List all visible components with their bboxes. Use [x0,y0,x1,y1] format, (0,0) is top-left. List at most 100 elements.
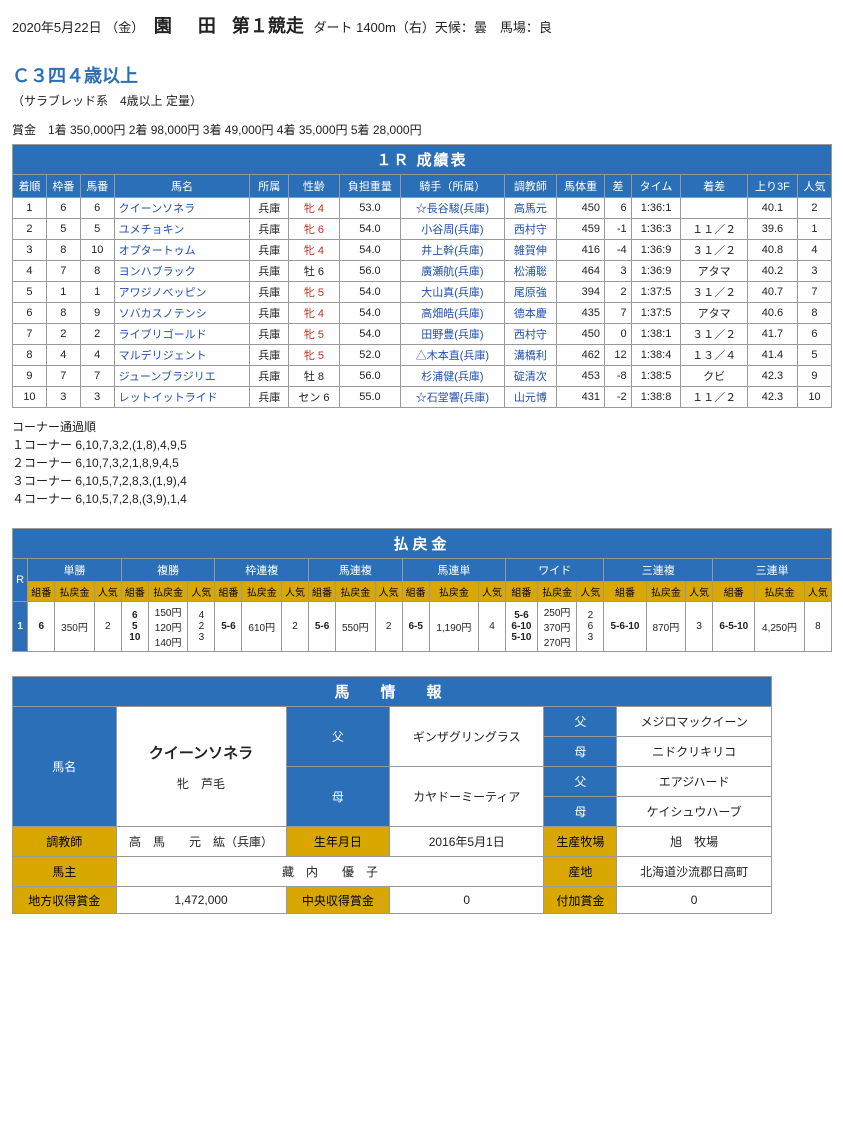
payout-group: 三連複 [604,559,713,582]
jockey-link[interactable]: 小谷周(兵庫) [421,224,483,236]
corner-3: ３コーナー 6,10,5,7,2,8,3,(1,9),4 [12,472,831,490]
results-col: 差 [605,175,632,198]
payout-group: 単勝 [28,559,122,582]
payout-sub: 払戻金 [646,582,686,602]
corner-1: １コーナー 6,10,7,3,2,(1,8),4,9,5 [12,436,831,454]
race-subtitle: （サラブレッド系 4歳以上 定量） [12,92,831,109]
results-col: 人気 [797,175,831,198]
date: 2020年5月22日 （金） [12,20,144,35]
corner-heading: コーナー通過順 [12,418,831,436]
jockey-link[interactable]: 廣瀬航(兵庫) [421,266,483,278]
table-row: 977ジューンブラジリエ兵庫牡 856.0杉浦健(兵庫)碇清次453-81:38… [13,366,832,387]
trainer-link[interactable]: 尾原強 [514,287,547,299]
results-table: １Ｒ 成績表 着順枠番馬番馬名所属性齢負担重量騎手（所属）調教師馬体重差タイム着… [12,144,832,408]
trainer-link[interactable]: 碇清次 [514,371,547,383]
horse-link[interactable]: クイーンソネラ [119,203,195,215]
payout-group: 馬連単 [402,559,505,582]
payout-sub: 組番 [506,582,538,602]
table-row: 689ソバカスノテンシ兵庫牝 454.0高畑皓(兵庫)德本慶43571:37:5… [13,303,832,324]
results-col: 負担重量 [339,175,401,198]
trainer-link[interactable]: 松浦聡 [514,266,547,278]
trainer-link[interactable]: 德本慶 [514,308,547,320]
trainer-link[interactable]: 西村守 [514,224,547,236]
horse-link[interactable]: アワジノべッピン [119,287,207,299]
label-trainer: 調教師 [13,827,117,857]
trainer-link[interactable]: 山元博 [514,392,547,404]
payout-sub: 払戻金 [55,582,95,602]
payout-sub: 払戻金 [336,582,376,602]
local-prize: 1,472,000 [116,887,286,914]
label-owner: 馬主 [13,857,117,887]
origin: 北海道沙流郡日高町 [617,857,772,887]
payout-sub: 組番 [604,582,646,602]
payout-sub: 払戻金 [148,582,188,602]
jockey-link[interactable]: 杉浦健(兵庫) [421,371,483,383]
corner-passage: コーナー通過順 １コーナー 6,10,7,3,2,(1,8),4,9,5 ２コー… [12,418,831,508]
results-col: タイム [631,175,681,198]
payout-sub: 払戻金 [429,582,478,602]
table-row: 166クイーンソネラ兵庫牝 453.0☆長谷駿(兵庫)高馬元45061:36:1… [13,198,832,219]
label-dam: 母 [286,767,390,827]
horse-link[interactable]: オプタートゥム [119,245,196,257]
label-dd: 母 [544,797,617,827]
label-add-prize: 付加賞金 [544,887,617,914]
results-col: 枠番 [46,175,80,198]
jockey-link[interactable]: △木本直(兵庫) [416,350,489,362]
farm: 旭 牧場 [617,827,772,857]
payout-sub: 人気 [188,582,215,602]
horse-link[interactable]: マルデリジェント [119,350,207,362]
horse-link[interactable]: ユメチョキン [119,224,185,236]
horse-link[interactable]: ヨンハブラック [119,266,196,278]
payout-sub: 組番 [28,582,55,602]
payout-sub: 人気 [282,582,309,602]
results-col: 馬体重 [557,175,605,198]
trainer-link[interactable]: 西村守 [514,329,547,341]
label-sd: 母 [544,737,617,767]
race-header: 2020年5月22日 （金） 園 田第１競走 ダート 1400m（右）天候：曇 … [12,12,831,38]
jockey-link[interactable]: 田野豊(兵庫) [421,329,483,341]
payout-sub: 人気 [686,582,713,602]
payout-sub: 人気 [804,582,831,602]
table-row: 478ヨンハブラック兵庫牡 656.0廣瀬航(兵庫)松浦聡46431:36:9ア… [13,261,832,282]
label-local-prize: 地方収得賞金 [13,887,117,914]
payout-sub: 組番 [309,582,336,602]
trainer-link[interactable]: 溝橋利 [514,350,547,362]
owner: 藏 内 優 子 [116,857,544,887]
table-row: 722ライブリゴールド兵庫牝 554.0田野豊(兵庫)西村守45001:38:1… [13,324,832,345]
info-title: 馬 情 報 [13,677,772,707]
table-row: 3810オプタートゥム兵庫牝 454.0井上幹(兵庫)雑賀伸416-41:36:… [13,240,832,261]
payout-group: 馬連複 [309,559,403,582]
results-col: 上り3F [747,175,797,198]
label-ds: 父 [544,767,617,797]
jockey-link[interactable]: 井上幹(兵庫) [421,245,483,257]
label-jra-prize: 中央収得賞金 [286,887,390,914]
dam: カヤドーミーティア [390,767,544,827]
jockey-link[interactable]: 大山真(兵庫) [421,287,483,299]
add-prize: 0 [617,887,772,914]
jockey-link[interactable]: 高畑皓(兵庫) [421,308,483,320]
results-col: 着差 [681,175,748,198]
trainer-link[interactable]: 高馬元 [514,203,547,215]
label-ss: 父 [544,707,617,737]
results-col: 所属 [250,175,289,198]
payout-sub: 組番 [215,582,242,602]
race-number: 第１競走 [232,16,304,36]
trainer-link[interactable]: 雑賀伸 [514,245,547,257]
payout-sub: 払戻金 [242,582,282,602]
horse-link[interactable]: ジューンブラジリエ [119,371,216,383]
payout-group: 枠連複 [215,559,309,582]
dam-dam: ケイシュウハーブ [617,797,772,827]
jockey-link[interactable]: ☆長谷駿(兵庫) [416,203,489,215]
results-title: １Ｒ 成績表 [13,145,832,175]
payout-group: 三連単 [713,559,832,582]
payout-group: 複勝 [121,559,215,582]
payout-sub: 組番 [402,582,429,602]
conditions: ダート 1400m（右）天候：曇 馬場：良 [313,20,551,35]
horse-desc: 牝 芦毛 [123,775,280,792]
sire-dam: ニドクリキリコ [617,737,772,767]
horse-link[interactable]: レットイットライド [119,392,218,404]
label-horsename: 馬名 [13,707,117,827]
horse-link[interactable]: ライブリゴールド [119,329,207,341]
jockey-link[interactable]: ☆石堂響(兵庫) [416,392,489,404]
horse-link[interactable]: ソバカスノテンシ [119,308,207,320]
